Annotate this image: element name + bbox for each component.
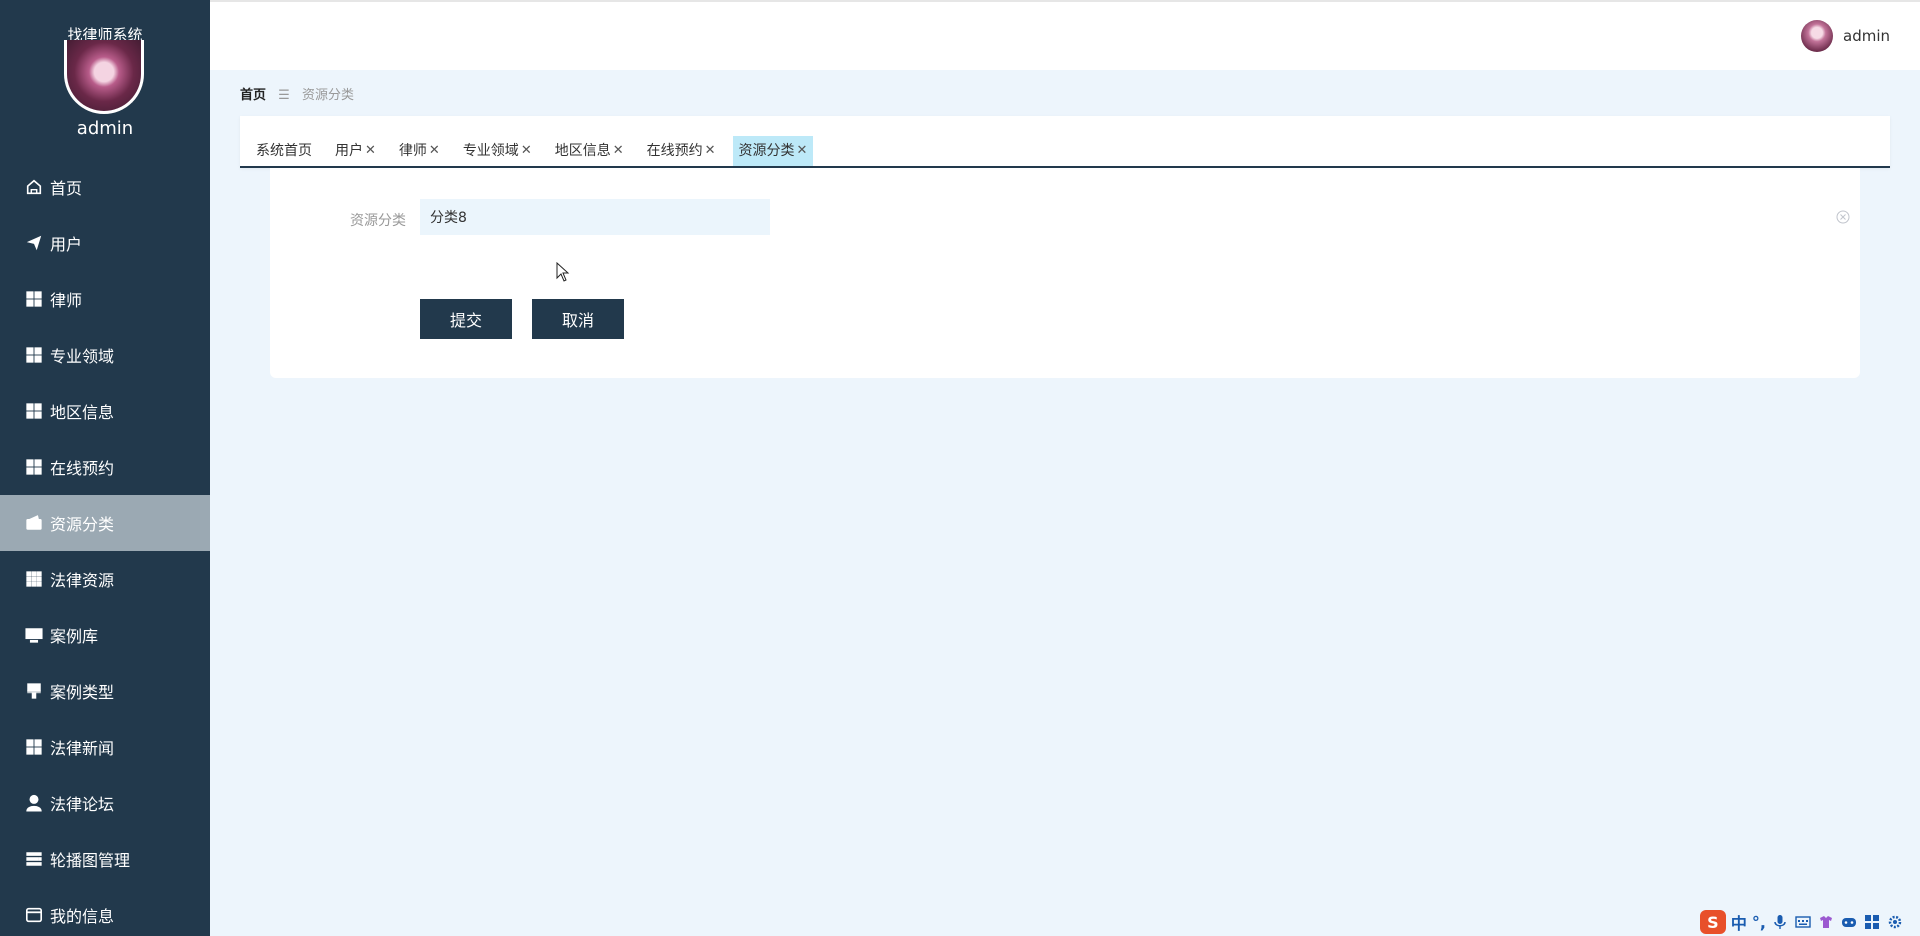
microphone-icon[interactable] (1771, 913, 1789, 931)
tab-label: 用户 (335, 143, 363, 159)
sidebar-avatar (64, 40, 144, 114)
close-icon[interactable]: ✕ (613, 136, 624, 166)
header-username[interactable]: admin (1843, 27, 1890, 45)
sidebar-item-users[interactable]: 用户 (0, 215, 210, 271)
tab-label: 资源分类 (738, 143, 795, 159)
sidebar-item-case-types[interactable]: 案例类型 (0, 663, 210, 719)
sidebar-username: admin (76, 118, 134, 139)
sidebar-item-lawyers[interactable]: 律师 (0, 271, 210, 327)
resource-category-label: 资源分类 (350, 213, 406, 229)
tab-resource-categories[interactable]: 资源分类 ✕ (732, 136, 814, 166)
tab-bar: 系统首页 用户 ✕ 律师 ✕ 专业领域 ✕ 地区信息 ✕ 在线预约 ✕ 资源分类… (240, 116, 1890, 168)
sidebar-item-label: 首页 (50, 179, 83, 198)
sidebar-item-label: 地区信息 (50, 403, 115, 422)
tab-specialties[interactable]: 专业领域 ✕ (457, 136, 538, 166)
sidebar-item-legal-resources[interactable]: 法律资源 (0, 551, 210, 607)
sidebar-item-resource-categories[interactable]: 资源分类 (0, 495, 210, 551)
breadcrumb-home[interactable]: 首页 (240, 88, 266, 103)
close-icon[interactable]: ✕ (797, 136, 808, 166)
sidebar-item-legal-news[interactable]: 法律新闻 (0, 719, 210, 775)
sidebar-item-label: 案例类型 (50, 683, 115, 702)
sidebar-item-carousel[interactable]: 轮播图管理 (0, 831, 210, 887)
tab-label: 在线预约 (646, 143, 703, 159)
tab-label: 地区信息 (554, 143, 611, 159)
sidebar-item-legal-forum[interactable]: 法律论坛 (0, 775, 210, 831)
top-header: admin (210, 0, 1920, 70)
grid-icon (24, 289, 44, 309)
grid-icon (24, 401, 44, 421)
sidebar-item-label: 法律资源 (50, 571, 115, 590)
monitor-icon (24, 625, 44, 645)
skin-icon[interactable] (1817, 913, 1835, 931)
card-icon (24, 905, 44, 925)
tab-users[interactable]: 用户 ✕ (329, 136, 382, 166)
tab-lawyers[interactable]: 律师 ✕ (393, 136, 446, 166)
sidebar-item-label: 法律论坛 (50, 795, 115, 814)
sidebar: 找律师系统 admin 首页 用户 律师 专业领域 地区信息 在线预约 资源分类… (0, 0, 210, 936)
keyboard-icon[interactable] (1794, 913, 1812, 931)
tab-regions[interactable]: 地区信息 ✕ (549, 136, 630, 166)
paper-plane-icon (24, 233, 44, 253)
form-panel: 资源分类 提交 取消 (270, 168, 1860, 378)
settings-icon[interactable] (1886, 913, 1904, 931)
brush-icon (24, 681, 44, 701)
sidebar-item-label: 在线预约 (50, 459, 115, 478)
sidebar-item-my-info[interactable]: 我的信息 (0, 887, 210, 936)
grid-icon (24, 345, 44, 365)
close-icon[interactable]: ✕ (429, 136, 440, 166)
gamepad-icon[interactable] (1840, 913, 1858, 931)
home-icon (24, 177, 44, 197)
close-icon[interactable]: ✕ (705, 136, 716, 166)
avatar[interactable] (1801, 20, 1833, 52)
tab-label: 专业领域 (462, 143, 519, 159)
grid-icon (24, 737, 44, 757)
sidebar-item-appointments[interactable]: 在线预约 (0, 439, 210, 495)
wallet-icon (24, 513, 44, 533)
sidebar-item-label: 轮播图管理 (50, 851, 131, 870)
ime-punctuation[interactable]: °, (1752, 913, 1766, 932)
user-icon (24, 793, 44, 813)
sogou-logo-icon[interactable]: S (1699, 910, 1726, 934)
tab-label: 系统首页 (256, 143, 312, 159)
breadcrumb-current: 资源分类 (301, 88, 354, 103)
apps-icon[interactable] (1863, 913, 1881, 931)
close-icon[interactable]: ✕ (521, 136, 532, 166)
submit-button[interactable]: 提交 (420, 299, 512, 339)
resource-category-input[interactable] (420, 199, 770, 235)
tab-system-home[interactable]: 系统首页 (250, 136, 318, 166)
breadcrumb: 首页 ☰ 资源分类 (240, 84, 354, 103)
ime-mode[interactable]: 中 (1731, 910, 1747, 934)
breadcrumb-separator-icon: ☰ (278, 88, 290, 103)
grid-9-icon (24, 569, 44, 589)
ime-toolbar: S 中 °, (1694, 908, 1910, 936)
user-menu[interactable]: admin (1801, 20, 1890, 52)
tab-appointments[interactable]: 在线预约 ✕ (641, 136, 722, 166)
sidebar-item-label: 案例库 (50, 627, 99, 646)
sidebar-item-label: 专业领域 (50, 347, 115, 366)
sidebar-item-regions[interactable]: 地区信息 (0, 383, 210, 439)
close-icon[interactable]: ✕ (365, 136, 376, 166)
sidebar-item-label: 用户 (50, 235, 83, 254)
cancel-button[interactable]: 取消 (532, 299, 624, 339)
tab-label: 律师 (398, 143, 427, 159)
sidebar-item-label: 我的信息 (50, 907, 115, 926)
mouse-cursor-icon (556, 261, 570, 282)
list-icon (24, 849, 44, 869)
sidebar-item-label: 律师 (50, 291, 83, 310)
grid-icon (24, 457, 44, 477)
sidebar-item-label: 资源分类 (50, 515, 115, 534)
clear-circle-icon[interactable] (1836, 209, 1850, 224)
sidebar-item-specialties[interactable]: 专业领域 (0, 327, 210, 383)
sidebar-item-case-library[interactable]: 案例库 (0, 607, 210, 663)
sidebar-item-home[interactable]: 首页 (0, 159, 210, 215)
sidebar-item-label: 法律新闻 (50, 739, 115, 758)
sidebar-menu: 首页 用户 律师 专业领域 地区信息 在线预约 资源分类 法律资源 案例库 案例… (0, 159, 210, 936)
